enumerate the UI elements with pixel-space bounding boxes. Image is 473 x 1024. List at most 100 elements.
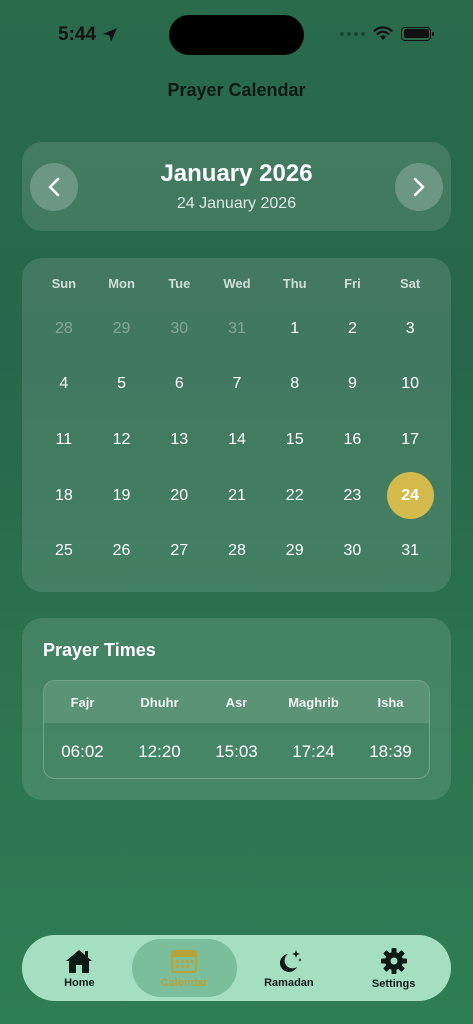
calendar-day-outside-month[interactable]: 30 xyxy=(150,301,208,357)
calendar-day-number: 21 xyxy=(228,486,246,504)
battery-icon xyxy=(401,26,434,41)
prayer-times-title: Prayer Times xyxy=(43,640,156,660)
calendar-day[interactable]: 14 xyxy=(208,412,266,468)
calendar-day[interactable]: 28 xyxy=(208,523,266,579)
calendar-day[interactable]: 10 xyxy=(381,357,439,413)
prayer-name: Fajr xyxy=(70,694,95,710)
calendar-day[interactable]: 17 xyxy=(381,412,439,468)
tab-ramadan-label: Ramadan xyxy=(264,976,314,989)
prayer-time: 17:24 xyxy=(292,741,335,761)
tab-bar: Home Calendar Ramadan Settings xyxy=(22,935,451,1001)
prayer-name: Maghrib xyxy=(288,694,339,710)
calendar-day-number: 4 xyxy=(59,375,69,393)
calendar-day[interactable]: 22 xyxy=(266,468,324,524)
calendar-day-number: 23 xyxy=(343,486,362,504)
calendar-day[interactable]: 29 xyxy=(266,523,324,579)
calendar-day[interactable]: 23 xyxy=(324,468,382,524)
calendar-day-number: 31 xyxy=(401,542,420,560)
calendar-day[interactable]: 9 xyxy=(324,357,382,413)
calendar-day-selected[interactable]: 24 xyxy=(381,468,439,524)
calendar-day-number: 16 xyxy=(343,430,362,448)
calendar-day[interactable]: 6 xyxy=(150,357,208,413)
calendar-day[interactable]: 31 xyxy=(381,523,439,579)
calendar-day[interactable]: 8 xyxy=(266,357,324,413)
tab-settings[interactable]: Settings xyxy=(341,939,446,997)
moon-stars-icon xyxy=(279,949,302,972)
calendar-day[interactable]: 19 xyxy=(93,468,151,524)
signal-dots-icon xyxy=(340,31,365,36)
weekday-label: Sun xyxy=(51,276,77,291)
calendar-day[interactable]: 7 xyxy=(208,357,266,413)
prayer-times-row: 06:02 12:20 15:03 17:24 18:39 xyxy=(44,723,429,778)
calendar-day-number: 20 xyxy=(170,486,189,504)
wifi-icon xyxy=(373,26,393,40)
tab-calendar[interactable]: Calendar xyxy=(131,939,237,997)
prayer-time: 15:03 xyxy=(215,741,258,761)
calendar-day[interactable]: 5 xyxy=(93,357,151,413)
tab-home[interactable]: Home xyxy=(27,939,132,997)
prayer-time: 06:02 xyxy=(61,741,104,761)
weekday-label: Sat xyxy=(400,276,421,291)
month-title: January 2026 xyxy=(160,160,313,187)
calendar-day-number: 10 xyxy=(401,375,420,393)
calendar-day-number: 12 xyxy=(112,430,131,448)
calendar-day-outside-month[interactable]: 29 xyxy=(93,301,151,357)
calendar-day-number: 27 xyxy=(170,542,189,560)
tab-ramadan[interactable]: Ramadan xyxy=(237,939,342,997)
home-icon xyxy=(66,949,93,973)
weekday-label: Fri xyxy=(344,276,361,291)
calendar-day-number: 18 xyxy=(54,486,73,504)
calendar-grid: 28 29 30 31 1 2 3 4 5 6 7 8 9 10 11 12 13 14 15 16 17 18 19 20 2… xyxy=(35,301,439,579)
calendar-day-number: 15 xyxy=(285,430,304,448)
month-header-card: January 2026 24 January 2026 xyxy=(22,142,451,231)
selected-date-label: 24 January 2026 xyxy=(176,195,297,212)
calendar-day-outside-month[interactable]: 28 xyxy=(35,301,93,357)
status-bar: 5:44 xyxy=(0,0,473,60)
calendar-day-number: 26 xyxy=(112,542,131,560)
page-title: Prayer Calendar xyxy=(167,80,306,100)
calendar-day-number: 24 xyxy=(386,472,434,520)
weekday-label: Mon xyxy=(108,276,135,291)
calendar-day-number: 9 xyxy=(347,375,357,393)
calendar-day[interactable]: 3 xyxy=(381,301,439,357)
calendar-day[interactable]: 11 xyxy=(35,412,93,468)
calendar-day-number: 8 xyxy=(290,375,300,393)
gear-icon xyxy=(380,947,407,974)
calendar-day-number: 25 xyxy=(54,542,73,560)
calendar-day[interactable]: 1 xyxy=(266,301,324,357)
calendar-day-number: 28 xyxy=(54,319,73,337)
prayer-name: Isha xyxy=(377,694,404,710)
calendar-day-number: 29 xyxy=(285,542,304,560)
calendar-day[interactable]: 13 xyxy=(150,412,208,468)
calendar-day[interactable]: 4 xyxy=(35,357,93,413)
prayer-times-table: Fajr Dhuhr Asr Maghrib Isha 06:02 12:20 15:03 1… xyxy=(43,680,430,779)
weekday-label: Tue xyxy=(168,276,191,291)
calendar-day[interactable]: 30 xyxy=(324,523,382,579)
calendar-day[interactable]: 21 xyxy=(208,468,266,524)
calendar-day[interactable]: 16 xyxy=(324,412,382,468)
calendar-day[interactable]: 15 xyxy=(266,412,324,468)
status-time-text: 5:44 xyxy=(58,24,97,45)
next-month-button[interactable] xyxy=(395,163,443,211)
prayer-times-card: Prayer Times Fajr Dhuhr Asr Maghrib Isha 06:… xyxy=(22,618,451,800)
status-indicators xyxy=(340,26,434,41)
calendar-day[interactable]: 25 xyxy=(35,523,93,579)
calendar-day[interactable]: 18 xyxy=(35,468,93,524)
calendar-day[interactable]: 26 xyxy=(93,523,151,579)
calendar-day[interactable]: 27 xyxy=(150,523,208,579)
tab-calendar-label: Calendar xyxy=(160,976,208,989)
tab-settings-label: Settings xyxy=(371,977,416,990)
calendar-day[interactable]: 12 xyxy=(93,412,151,468)
calendar-day[interactable]: 2 xyxy=(324,301,382,357)
prayer-time: 18:39 xyxy=(369,741,412,761)
weekday-header: Sun Mon Tue Wed Thu Fri Sat xyxy=(35,276,439,291)
prayer-time: 12:20 xyxy=(138,741,181,761)
calendar-day-number: 30 xyxy=(343,542,362,560)
calendar-day-number: 11 xyxy=(55,430,73,448)
calendar-day-number: 28 xyxy=(228,542,246,560)
calendar-day[interactable]: 20 xyxy=(150,468,208,524)
status-time: 5:44 xyxy=(58,24,118,46)
calendar-day-number: 5 xyxy=(117,375,127,393)
calendar-day-outside-month[interactable]: 31 xyxy=(208,301,266,357)
calendar-day-number: 3 xyxy=(405,319,415,337)
